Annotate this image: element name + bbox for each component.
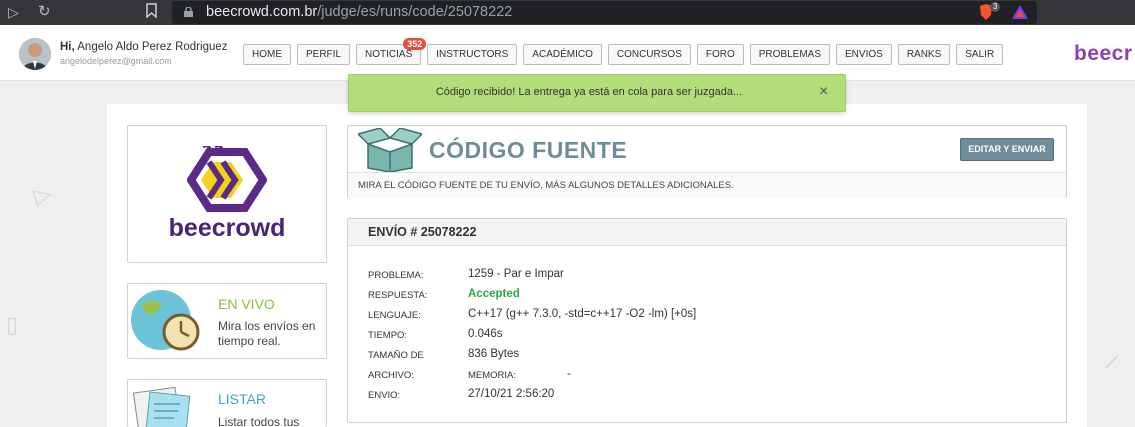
sent-value: 27/10/21 2:56:20 — [468, 388, 555, 400]
page-title: CÓDIGO FUENTE — [429, 137, 628, 163]
globe-clock-icon — [131, 290, 200, 351]
list-title: LISTAR — [218, 391, 266, 407]
menu-button-label: INSTRUCTORS — [436, 49, 509, 60]
notification-badge: 352 — [403, 38, 427, 50]
user-name: Angelo Aldo Perez Rodriguez — [77, 41, 228, 53]
avatar[interactable] — [19, 38, 51, 70]
url-path: /judge/es/runs/code/25078222 — [317, 4, 513, 20]
menu-button-label: PROBLEMAS — [758, 49, 822, 60]
run-details-panel: ENVÍO # 25078222 PROBLEMA: 1259 - Par e … — [347, 218, 1067, 423]
menu-button-ranks[interactable]: RANKS — [897, 44, 951, 65]
menu-button-perfil[interactable]: PERFIL — [297, 44, 351, 65]
time-label: TIEMPO: — [368, 330, 408, 341]
language-label: LENGUAJE: — [368, 310, 421, 321]
menu-button-label: NOTICIAS — [365, 49, 413, 60]
open-box-icon — [358, 128, 422, 172]
list-papers-icon — [132, 386, 191, 427]
menu-button-label: PERFIL — [306, 49, 342, 60]
page-subtitle: MIRA EL CÓDIGO FUENTE DE TU ENVÍO, MÁS A… — [348, 172, 1066, 198]
language-value: C++17 (g++ 7.3.0, -std=c++17 -O2 -lm) [+… — [468, 308, 697, 320]
menu-button-label: SALIR — [965, 49, 995, 60]
answer-value: Accepted — [468, 288, 520, 300]
memory-value: - — [567, 368, 571, 380]
menu-button-foro[interactable]: FORO — [696, 44, 744, 65]
live-description: Mira los envíos en tiempo real. — [218, 319, 316, 348]
close-icon[interactable]: × — [819, 83, 828, 101]
menu-button-label: CONCURSOS — [616, 49, 682, 60]
submission-toast: Código recibido! La entrega ya está en c… — [348, 74, 846, 112]
answer-label: RESPUESTA: — [368, 290, 428, 301]
bookmark-icon[interactable] — [146, 3, 157, 21]
file-label: ARCHIVO: — [368, 370, 414, 381]
user-greeting: Hi, Angelo Aldo Perez Rodriguez — [60, 41, 228, 53]
menu-button-problemas[interactable]: PROBLEMAS — [749, 44, 831, 65]
address-bar[interactable]: beecrowd.com.br/judge/es/runs/code/25078… — [172, 1, 1037, 24]
menu-button-instructors[interactable]: INSTRUCTORS — [427, 44, 518, 65]
size-value: 836 Bytes — [468, 348, 520, 360]
size-label: TAMAÑO DE — [368, 350, 424, 361]
logo-wordmark: beecrowd — [168, 214, 286, 242]
memory-label: MEMORIA: — [468, 370, 517, 381]
bee-hexagon-icon — [187, 146, 267, 212]
decor-bar-icon: ▯ — [6, 312, 19, 337]
beecrowd-logo[interactable]: beecrowd — [127, 125, 327, 263]
menu-button-label: RANKS — [906, 49, 942, 60]
live-title: EN VIVO — [218, 296, 275, 312]
source-code-panel: CÓDIGO FUENTE EDITAR Y ENVIAR MIRA EL CÓ… — [347, 125, 1067, 198]
menu-button-label: ENVIOS — [845, 49, 883, 60]
menu-button-concursos[interactable]: CONCURSOS — [607, 44, 691, 65]
menu-button-salir[interactable]: SALIR — [956, 44, 1004, 65]
menu-button-home[interactable]: HOME — [243, 44, 291, 65]
run-header: ENVÍO # 25078222 — [348, 219, 1066, 246]
list-panel[interactable]: LISTAR Listar todos tus — [127, 379, 327, 427]
menu-button-envios[interactable]: ENVIOS — [836, 44, 892, 65]
time-value: 0.046s — [468, 328, 503, 340]
main-menu: HOME PERFIL NOTICIAS 352 INSTRUCTORS ACADÉMIC… — [243, 38, 1009, 65]
decor-triangle-icon: ▷ — [30, 180, 54, 209]
url-domain: beecrowd.com.br — [206, 4, 318, 20]
menu-button-label: ACADÉMICO — [532, 49, 593, 60]
lock-icon — [184, 7, 193, 17]
sent-label: ENVIO: — [368, 390, 401, 401]
problem-label: PROBLEMA: — [368, 270, 424, 281]
reload-icon[interactable]: ↻ — [38, 4, 51, 20]
toast-message: Código recibido! La entrega ya está en c… — [435, 86, 743, 98]
user-email: angelodelperez@gmail.com — [60, 56, 172, 66]
menu-button-noticias[interactable]: NOTICIAS 352 — [356, 38, 427, 65]
browser-toolbar: ▷ ↻ beecrowd.com.br/judge/es/runs/code/2… — [0, 0, 1135, 25]
site-header: Hi, Angelo Aldo Perez Rodriguez angelode… — [0, 25, 1135, 81]
decor-bar-icon: / — [1102, 350, 1121, 375]
menu-button-académico[interactable]: ACADÉMICO — [523, 44, 602, 65]
menu-button-label: FORO — [705, 49, 735, 60]
live-panel[interactable]: EN VIVO Mira los envíos en tiempo real. — [127, 283, 327, 359]
brand-logo-text[interactable]: beecr — [1074, 42, 1133, 66]
problem-value[interactable]: 1259 - Par e Impar — [468, 268, 564, 280]
list-description: Listar todos tus — [218, 415, 300, 427]
play-icon[interactable]: ▷ — [8, 4, 19, 20]
edit-and-submit-button[interactable]: EDITAR Y ENVIAR — [960, 138, 1054, 161]
brave-rewards-icon[interactable] — [1011, 4, 1029, 25]
menu-button-label: HOME — [252, 49, 282, 60]
